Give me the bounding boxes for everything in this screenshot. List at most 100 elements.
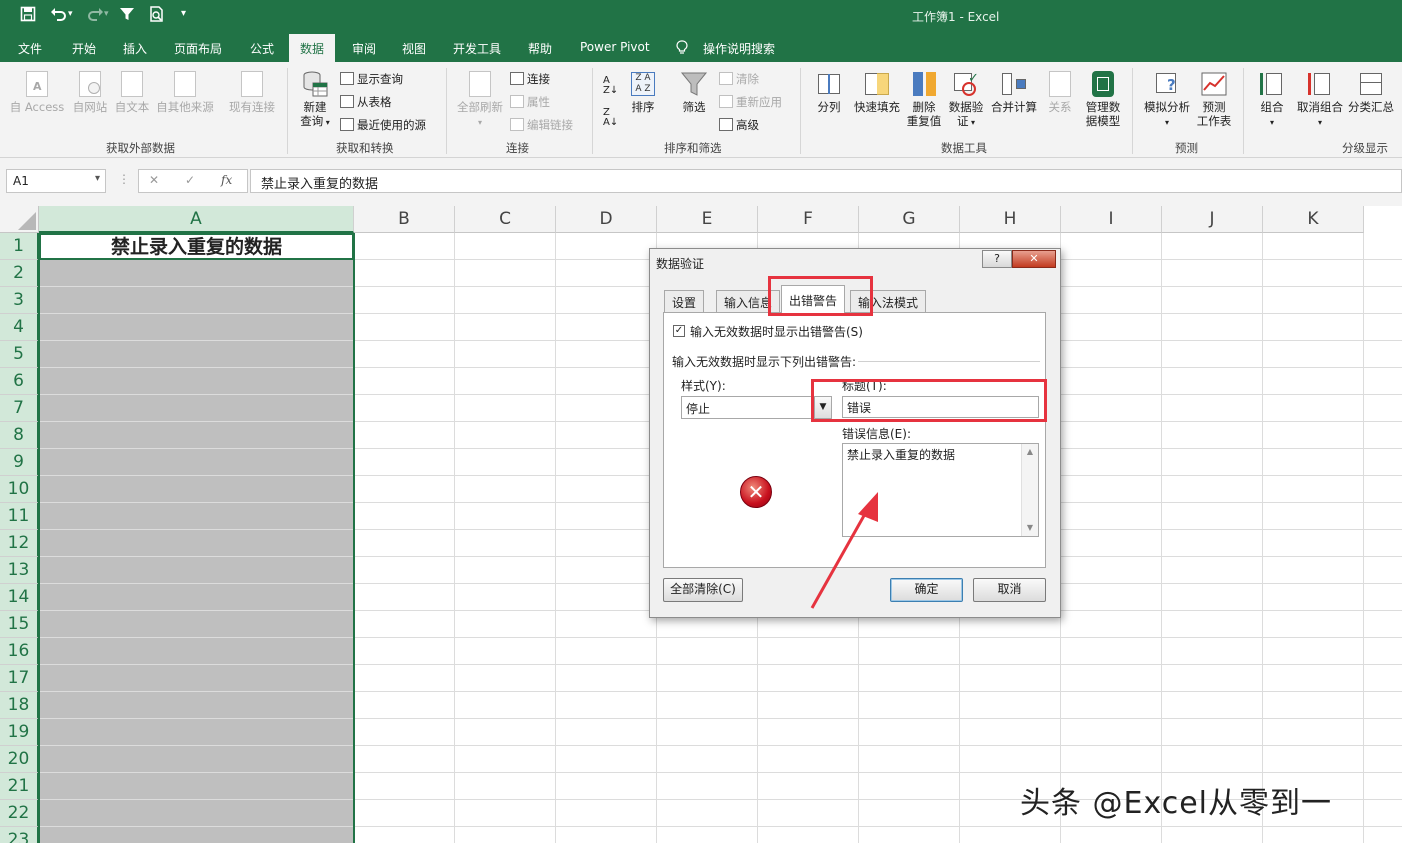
row-header-7[interactable]: 7 — [0, 395, 39, 422]
clear-filter-button[interactable]: 清除 — [719, 71, 759, 87]
redo-icon[interactable] — [86, 6, 104, 26]
column-header-d[interactable]: D — [556, 206, 657, 233]
tab-power-pivot[interactable]: Power Pivot — [580, 40, 650, 54]
row-header-19[interactable]: 19 — [0, 719, 39, 746]
enter-icon[interactable]: ✓ — [185, 173, 195, 187]
row-header-3[interactable]: 3 — [0, 287, 39, 314]
column-header-b[interactable]: B — [354, 206, 455, 233]
clear-all-button[interactable]: 全部清除(C) — [663, 578, 743, 602]
edit-links-button[interactable]: 编辑链接 — [510, 117, 573, 133]
forecast-sheet-button[interactable]: 预测 工作表 — [1193, 70, 1235, 128]
customize-icon[interactable]: ▾ — [181, 8, 186, 19]
ungroup-button[interactable]: 取消组合 ▾ — [1294, 70, 1346, 130]
text-to-columns-button[interactable]: 分列 — [811, 70, 847, 114]
remove-duplicates-button[interactable]: 删除 重复值 — [903, 70, 945, 128]
tab-help[interactable]: 帮助 — [528, 40, 552, 57]
style-select[interactable]: 停止 ▼ — [681, 396, 832, 419]
row-header-4[interactable]: 4 — [0, 314, 39, 341]
existing-connections-button[interactable]: 现有连接 — [226, 70, 278, 114]
consolidate-button[interactable]: 合并计算 — [988, 70, 1040, 114]
row-header-2[interactable]: 2 — [0, 260, 39, 287]
manage-data-model-button[interactable]: 管理数 据模型 — [1080, 70, 1126, 128]
filter-icon[interactable] — [119, 6, 135, 26]
row-header-9[interactable]: 9 — [0, 449, 39, 476]
tell-me-search[interactable]: 操作说明搜索 — [703, 40, 775, 57]
reapply-button[interactable]: 重新应用 — [719, 94, 782, 110]
tab-input-method[interactable]: 输入法模式 — [850, 290, 927, 312]
from-web-button[interactable]: 自网站 — [68, 70, 112, 114]
select-all-corner[interactable] — [0, 206, 39, 233]
column-header-j[interactable]: J — [1162, 206, 1263, 233]
column-header-c[interactable]: C — [455, 206, 556, 233]
undo-icon[interactable] — [50, 6, 68, 26]
tab-insert[interactable]: 插入 — [123, 40, 147, 57]
show-queries-button[interactable]: 显示查询 — [340, 71, 403, 87]
cancel-icon[interactable]: ✕ — [149, 173, 159, 187]
show-error-checkbox[interactable]: ✓ — [673, 325, 685, 337]
recent-sources-button[interactable]: 最近使用的源 — [340, 117, 426, 133]
column-header-k[interactable]: K — [1263, 206, 1364, 233]
row-header-6[interactable]: 6 — [0, 368, 39, 395]
close-button[interactable]: ✕ — [1012, 250, 1056, 268]
sort-button[interactable]: Z AA Z 排序 — [624, 70, 662, 114]
scroll-up-icon[interactable]: ▲ — [1022, 444, 1038, 460]
formula-input[interactable]: 禁止录入重复的数据 — [250, 169, 1402, 193]
chevron-down-icon[interactable]: ▼ — [814, 397, 831, 418]
chevron-down-icon[interactable]: ▾ — [95, 173, 100, 184]
properties-button[interactable]: 属性 — [510, 94, 550, 110]
row-header-23[interactable]: 23 — [0, 827, 39, 843]
from-text-button[interactable]: 自文本 — [112, 70, 152, 114]
column-header-g[interactable]: G — [859, 206, 960, 233]
advanced-filter-button[interactable]: 高级 — [719, 117, 759, 133]
column-header-e[interactable]: E — [657, 206, 758, 233]
insert-function-icon[interactable]: fx — [221, 173, 232, 187]
new-query-button[interactable]: 新建 查询 ▾ — [295, 70, 335, 130]
ok-button[interactable]: 确定 — [890, 578, 963, 602]
tab-view[interactable]: 视图 — [402, 40, 426, 57]
row-header-10[interactable]: 10 — [0, 476, 39, 503]
filter-button[interactable]: 筛选 — [676, 70, 712, 114]
row-header-13[interactable]: 13 — [0, 557, 39, 584]
tab-review[interactable]: 审阅 — [352, 40, 376, 57]
tab-settings[interactable]: 设置 — [664, 290, 705, 312]
sort-az-icon[interactable]: A Z↓ — [603, 76, 618, 96]
tab-page-layout[interactable]: 页面布局 — [174, 40, 222, 57]
textarea-scrollbar[interactable]: ▲ ▼ — [1021, 444, 1038, 536]
tab-developer[interactable]: 开发工具 — [453, 40, 501, 57]
row-header-22[interactable]: 22 — [0, 800, 39, 827]
connections-button[interactable]: 连接 — [510, 71, 550, 87]
flash-fill-button[interactable]: 快速填充 — [851, 70, 903, 114]
print-preview-icon[interactable] — [149, 6, 165, 26]
row-header-17[interactable]: 17 — [0, 665, 39, 692]
subtotal-button[interactable]: 分类汇总 — [1346, 70, 1396, 114]
group-button[interactable]: 组合 ▾ — [1254, 70, 1290, 130]
relationships-button[interactable]: 关系 — [1042, 70, 1078, 114]
row-header-16[interactable]: 16 — [0, 638, 39, 665]
help-button[interactable]: ? — [982, 250, 1012, 268]
row-header-14[interactable]: 14 — [0, 584, 39, 611]
from-other-sources-button[interactable]: 自其他来源 — [153, 70, 217, 114]
from-table-button[interactable]: 从表格 — [340, 94, 392, 110]
save-icon[interactable] — [20, 6, 36, 26]
column-header-a[interactable]: A — [39, 206, 354, 233]
row-header-11[interactable]: 11 — [0, 503, 39, 530]
row-header-5[interactable]: 5 — [0, 341, 39, 368]
row-header-18[interactable]: 18 — [0, 692, 39, 719]
row-header-20[interactable]: 20 — [0, 746, 39, 773]
title-input[interactable]: 错误 — [842, 396, 1039, 418]
from-access-button[interactable]: A 自 Access — [8, 70, 66, 114]
column-header-i[interactable]: I — [1061, 206, 1162, 233]
name-box[interactable]: A1 ▾ — [6, 169, 106, 193]
tab-error-alert[interactable]: 出错警告 — [781, 285, 846, 313]
scroll-down-icon[interactable]: ▼ — [1022, 520, 1038, 536]
row-header-12[interactable]: 12 — [0, 530, 39, 557]
row-header-21[interactable]: 21 — [0, 773, 39, 800]
data-validation-button[interactable]: ✓ 数据验证 ▾ — [946, 70, 986, 130]
column-header-f[interactable]: F — [758, 206, 859, 233]
tab-file[interactable]: 文件 — [18, 40, 42, 57]
sort-za-icon[interactable]: Z A↓ — [603, 108, 618, 128]
row-header-8[interactable]: 8 — [0, 422, 39, 449]
redo-dropdown-icon[interactable]: ▾ — [104, 9, 109, 19]
undo-dropdown-icon[interactable]: ▾ — [68, 9, 73, 19]
cancel-button[interactable]: 取消 — [973, 578, 1046, 602]
